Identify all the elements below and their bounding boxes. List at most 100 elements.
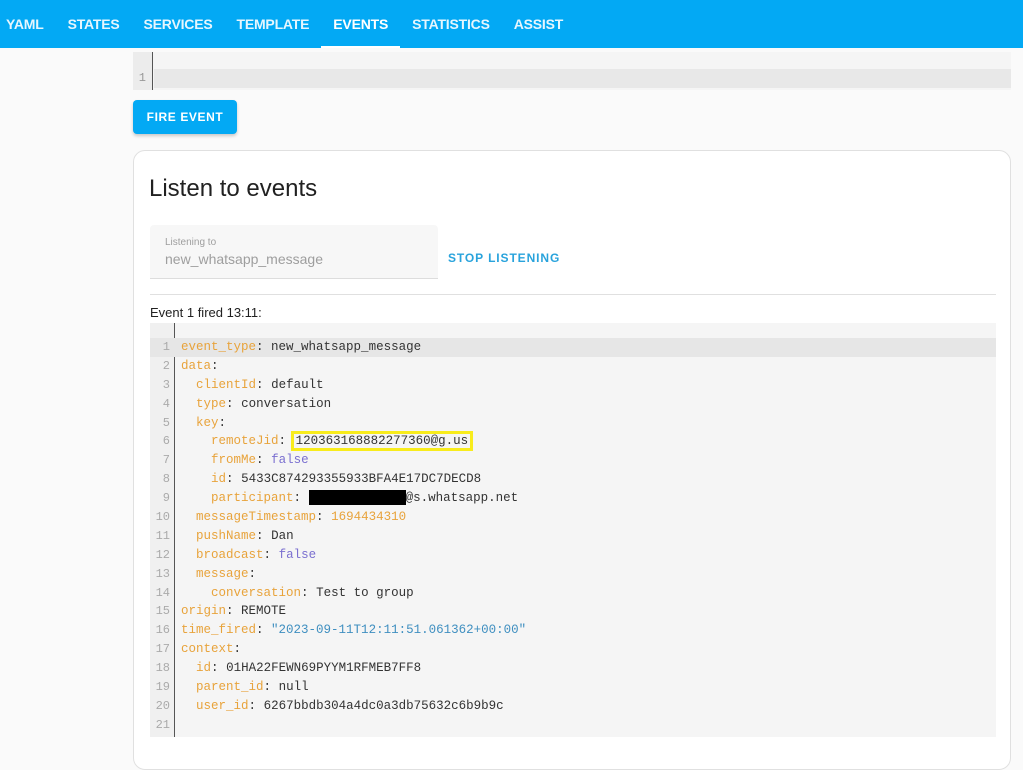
yaml-value: 01HA22FEWN69PYYM1RFMEB7FF8	[226, 661, 422, 676]
line-number: 1	[138, 71, 146, 85]
yaml-text: participant: @s.whatsapp.net	[211, 490, 519, 506]
yaml-key: type	[196, 396, 227, 411]
yaml-key: clientId	[196, 377, 257, 392]
yaml-value: 6267bbdb304a4dc0a3db75632c6b9b9c	[263, 698, 504, 713]
yaml-key: participant	[211, 491, 294, 506]
line-number: 10	[155, 510, 170, 525]
line-number: 6	[162, 434, 170, 449]
yaml-text: conversation: Test to group	[211, 585, 414, 600]
yaml-key: message	[196, 566, 249, 581]
tab-template[interactable]: TEMPLATE	[224, 0, 321, 48]
yaml-text: fromMe: false	[211, 453, 309, 468]
line-number: 7	[162, 453, 170, 468]
yaml-key: key	[196, 415, 219, 430]
tab-yaml[interactable]: YAML	[0, 0, 56, 48]
yaml-line: 4 type: conversation	[150, 395, 996, 414]
line-number: 15	[155, 604, 170, 619]
tab-states[interactable]: STATES	[56, 0, 132, 48]
line-number: 21	[155, 717, 170, 732]
yaml-value: new_whatsapp_message	[271, 340, 422, 354]
yaml-key: remoteJid	[211, 434, 279, 449]
listening-to-label: Listening to	[165, 237, 217, 248]
yaml-key: user_id	[196, 698, 249, 713]
event-yaml-viewer[interactable]: 1 event_type: new_whatsapp_message 2 data: 3…	[150, 323, 996, 737]
line-number: 17	[155, 642, 170, 657]
yaml-key: broadcast	[196, 547, 264, 562]
yaml-text: message:	[196, 566, 257, 581]
yaml-text: origin: REMOTE	[181, 604, 287, 619]
yaml-key: time_fired	[181, 623, 257, 638]
yaml-value: Dan	[271, 528, 294, 543]
line-number: 11	[155, 528, 170, 543]
line-number: 14	[155, 585, 170, 600]
yaml-key: origin	[181, 604, 227, 619]
yaml-value: 5433C874293355933BFA4E17DC7DECD8	[241, 472, 482, 487]
yaml-text: user_id: 6267bbdb304a4dc0a3db75632c6b9b9…	[196, 698, 504, 713]
stop-listening-button[interactable]: STOP LISTENING	[448, 251, 560, 265]
yaml-text: id: 01HA22FEWN69PYYM1RFMEB7FF8	[196, 661, 422, 676]
listening-to-field[interactable]: Listening to new_whatsapp_message	[150, 225, 438, 279]
top-tab-bar: YAML STATES SERVICES TEMPLATE EVENTS STA…	[0, 0, 1023, 48]
listen-to-events-card: Listen to events Listening to new_whatsa…	[133, 150, 1011, 770]
divider	[150, 294, 996, 295]
event-data-editor[interactable]: 1	[133, 52, 1011, 90]
yaml-text: type: conversation	[196, 396, 332, 411]
line-number: 19	[155, 680, 170, 695]
yaml-line: 1 event_type: new_whatsapp_message	[150, 338, 996, 357]
yaml-line: 13 message:	[150, 565, 996, 584]
line-number: 20	[155, 698, 170, 713]
yaml-line: 2 data:	[150, 357, 996, 376]
yaml-value: default	[271, 377, 324, 392]
line-number: 12	[155, 547, 170, 562]
fire-event-button[interactable]: FIRE EVENT	[133, 100, 237, 134]
yaml-text: data:	[181, 358, 219, 373]
yaml-text: parent_id: null	[196, 680, 309, 695]
yaml-key: event_type	[181, 340, 257, 354]
yaml-line: 8 id: 5433C874293355933BFA4E17DC7DECD8	[150, 470, 996, 489]
yaml-line: 21	[150, 716, 996, 735]
yaml-text: messageTimestamp: 1694434310	[196, 510, 407, 525]
yaml-line: 3 clientId: default	[150, 376, 996, 395]
line-number: 2	[162, 358, 170, 373]
yaml-line: 5 key:	[150, 414, 996, 433]
yaml-value: 1694434310	[331, 510, 407, 525]
yaml-value: REMOTE	[241, 604, 287, 619]
yaml-key: context	[181, 642, 234, 657]
yaml-text: context:	[181, 642, 242, 657]
tab-statistics[interactable]: STATISTICS	[400, 0, 502, 48]
yaml-value: "2023-09-11T12:11:51.061362+00:00"	[271, 623, 527, 638]
editor-active-line[interactable]	[154, 69, 1011, 88]
line-number: 16	[155, 623, 170, 638]
tab-services[interactable]: SERVICES	[132, 0, 225, 48]
yaml-value: null	[278, 680, 309, 695]
tab-assist[interactable]: ASSIST	[502, 0, 575, 48]
yaml-line: 15 origin: REMOTE	[150, 602, 996, 621]
yaml-text: clientId: default	[196, 377, 324, 392]
redacted-block	[308, 490, 406, 506]
yaml-value: conversation	[241, 396, 332, 411]
yaml-line: 17 context:	[150, 640, 996, 659]
yaml-value: false	[271, 453, 309, 468]
yaml-key: conversation	[211, 585, 302, 600]
yaml-line: 20 user_id: 6267bbdb304a4dc0a3db75632c6b…	[150, 697, 996, 716]
yaml-key: messageTimestamp	[196, 510, 317, 525]
line-number: 8	[162, 472, 170, 487]
yaml-line: 10 messageTimestamp: 1694434310	[150, 508, 996, 527]
yaml-key: id	[211, 472, 227, 487]
line-number: 18	[155, 661, 170, 676]
yaml-line: 14 conversation: Test to group	[150, 584, 996, 603]
line-number: 1	[162, 340, 170, 354]
yaml-key: id	[196, 661, 212, 676]
yaml-key: pushName	[196, 528, 257, 543]
tab-events[interactable]: EVENTS	[321, 0, 400, 48]
yaml-line: 7 fromMe: false	[150, 451, 996, 470]
yaml-value: Test to group	[316, 585, 414, 600]
yaml-line: 19 parent_id: null	[150, 678, 996, 697]
yaml-key: data	[181, 358, 212, 373]
yaml-value: @s.whatsapp.net	[405, 491, 519, 506]
yaml-line: 12 broadcast: false	[150, 546, 996, 565]
yaml-text: broadcast: false	[196, 547, 317, 562]
line-number: 13	[155, 566, 170, 581]
yaml-text: event_type: new_whatsapp_message	[181, 340, 422, 354]
yaml-line: 9 participant: @s.whatsapp.net	[150, 489, 996, 508]
